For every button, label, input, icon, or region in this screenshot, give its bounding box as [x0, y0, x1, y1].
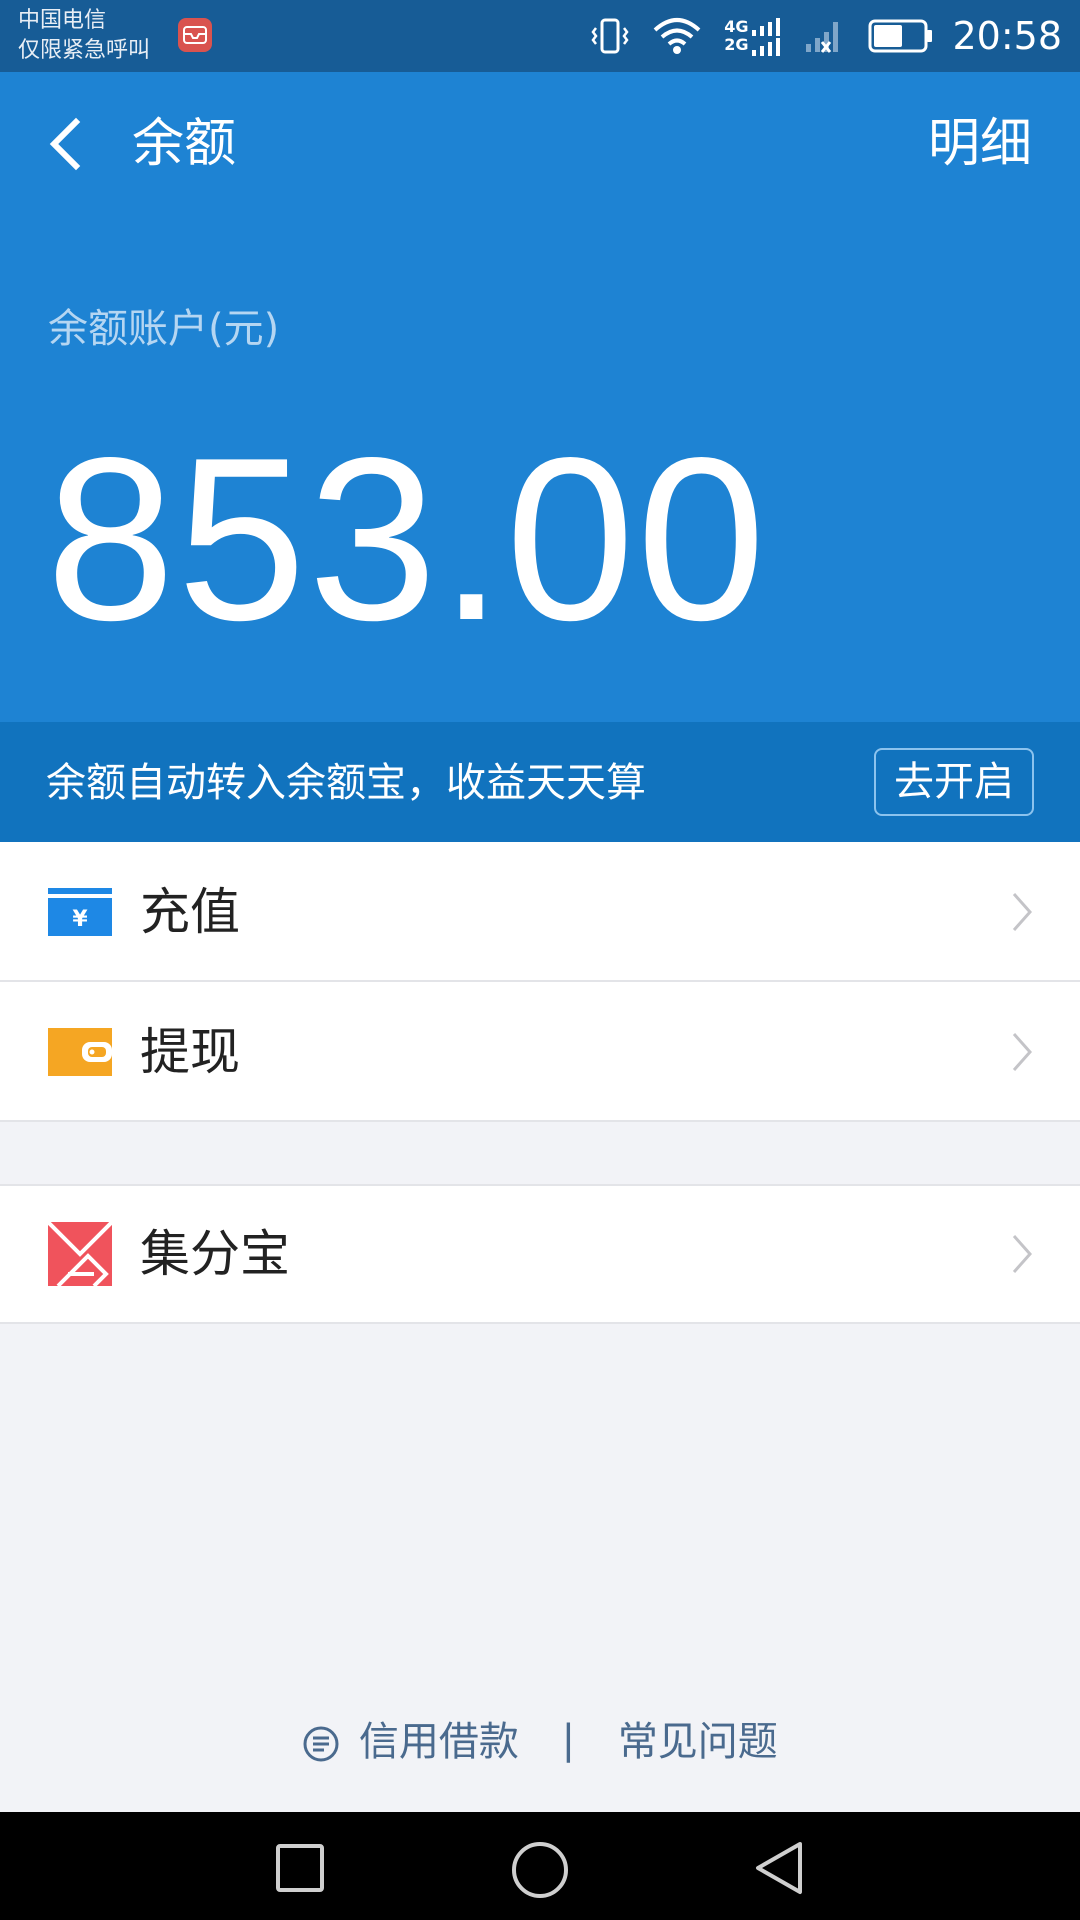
recharge-icon: ¥	[48, 888, 112, 936]
status-icons: 4G 2G 20:58	[568, 0, 1062, 72]
vibrate-icon	[590, 16, 630, 56]
footer-separator: |	[561, 1717, 576, 1763]
chevron-right-icon	[1010, 890, 1034, 938]
recent-apps-icon[interactable]	[272, 1840, 328, 1896]
back-icon[interactable]	[752, 1840, 808, 1896]
list-item-withdraw[interactable]: 提现	[0, 980, 1080, 1118]
battery-icon	[868, 18, 934, 54]
notification-icon	[178, 18, 212, 52]
clock: 20:58	[952, 14, 1062, 58]
home-icon[interactable]	[510, 1840, 568, 1898]
jifenbao-label: 集分宝	[140, 1225, 290, 1283]
emergency-only-text: 仅限紧急呼叫	[18, 38, 151, 63]
chevron-left-icon	[49, 117, 81, 171]
carrier-name: 中国电信	[18, 8, 107, 33]
screen: 中国电信 仅限紧急呼叫 4G 2G 20:58 余额 明细 余额账户(元) 85…	[0, 0, 1080, 1920]
wifi-icon	[652, 16, 702, 56]
points-list: 集分宝	[0, 1184, 1080, 1324]
navigation-bar	[0, 1812, 1080, 1920]
chevron-right-icon	[1010, 1232, 1034, 1280]
recharge-label: 充值	[140, 883, 240, 941]
footer-links: 信用借款 | 常见问题	[0, 1710, 1080, 1772]
credit-loan-link[interactable]: 信用借款	[302, 1712, 519, 1772]
back-button[interactable]	[40, 112, 96, 176]
balance-amount: 853.00	[46, 410, 768, 669]
list-item-recharge[interactable]: ¥ 充值	[0, 842, 1080, 980]
page-title: 余额	[132, 114, 237, 174]
svg-text:¥: ¥	[72, 907, 88, 932]
no-signal-icon	[802, 16, 846, 56]
jifenbao-icon	[46, 1220, 114, 1288]
promo-text: 余额自动转入余额宝，收益天天算	[46, 760, 646, 806]
network-type-top: 4G	[724, 17, 749, 36]
balance-header: 余额 明细 余额账户(元) 853.00	[0, 72, 1080, 722]
withdraw-label: 提现	[140, 1023, 240, 1081]
actions-list: ¥ 充值 提现	[0, 842, 1080, 1122]
auto-transfer-banner: 余额自动转入余额宝，收益天天算 去开启	[0, 722, 1080, 842]
faq-link[interactable]: 常见问题	[618, 1712, 778, 1772]
network-type-bottom: 2G	[724, 35, 749, 54]
list-item-jifenbao[interactable]: 集分宝	[0, 1186, 1080, 1322]
chevron-right-icon	[1010, 1030, 1034, 1078]
credit-loan-label: 信用借款	[358, 1719, 519, 1765]
status-bar: 中国电信 仅限紧急呼叫 4G 2G 20:58	[0, 0, 1080, 72]
account-label: 余额账户(元)	[48, 306, 280, 352]
signal-4g-icon: 4G 2G	[724, 14, 781, 58]
carrier-info: 中国电信 仅限紧急呼叫	[18, 6, 150, 66]
withdraw-icon	[48, 1028, 112, 1076]
enable-button[interactable]: 去开启	[874, 748, 1034, 816]
credit-icon	[303, 1726, 339, 1762]
detail-button[interactable]: 明细	[928, 112, 1032, 176]
